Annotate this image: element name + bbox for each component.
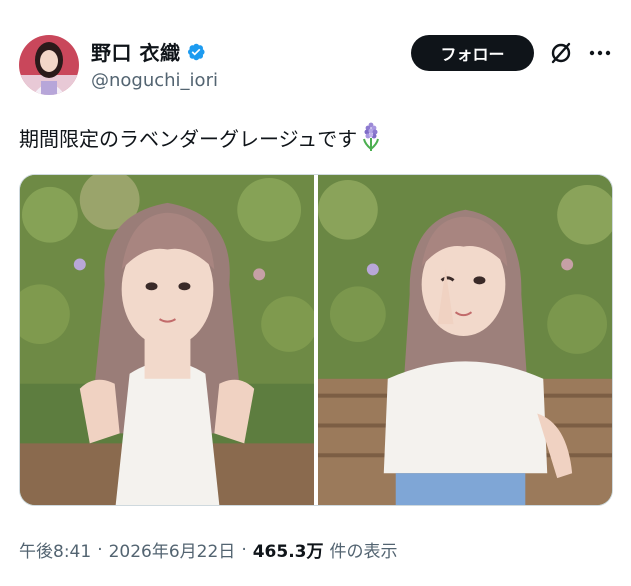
tweet-date[interactable]: 2026年6月22日 bbox=[109, 537, 236, 562]
tweet-time[interactable]: 午後8:41 bbox=[19, 537, 91, 562]
tweet-meta: 午後8:41 · 2026年6月22日 · 465.3万 件の表示 bbox=[19, 537, 398, 563]
verified-badge-icon bbox=[186, 42, 206, 62]
author-display-name[interactable]: 野口 衣織 bbox=[91, 37, 180, 66]
media-photo-1[interactable] bbox=[20, 175, 314, 505]
author-handle[interactable]: @noguchi_iori bbox=[91, 70, 218, 91]
author-name-row[interactable]: 野口 衣織 bbox=[91, 37, 206, 66]
media-photo-2[interactable] bbox=[318, 175, 612, 505]
tweet-text: 期間限定のラベンダーグレージュです bbox=[19, 122, 383, 152]
photo-2-image bbox=[318, 175, 612, 505]
views-count[interactable]: 465.3万 bbox=[253, 537, 324, 562]
tweet-card: 野口 衣織 @noguchi_iori フォロー 期間限定のラベンダーグレージュ… bbox=[0, 0, 631, 586]
media-grid bbox=[19, 174, 613, 506]
grok-slash-icon[interactable] bbox=[548, 40, 574, 66]
avatar-image bbox=[19, 35, 79, 95]
meta-separator: · bbox=[97, 539, 103, 560]
tweet-text-content: 期間限定のラベンダーグレージュです bbox=[19, 126, 358, 151]
views-label: 件の表示 bbox=[329, 542, 398, 562]
more-dots-icon[interactable] bbox=[587, 40, 613, 66]
follow-button[interactable]: フォロー bbox=[411, 35, 534, 71]
hyacinth-icon bbox=[359, 122, 383, 152]
meta-separator: · bbox=[241, 539, 247, 560]
photo-1-image bbox=[20, 175, 314, 505]
avatar[interactable] bbox=[19, 35, 79, 95]
